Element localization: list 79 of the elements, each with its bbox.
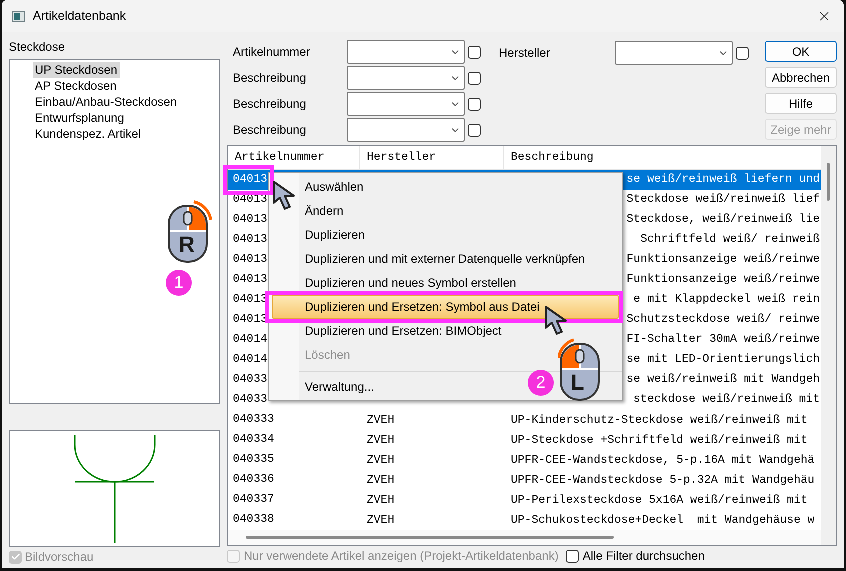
horizontal-scrollbar[interactable] — [228, 530, 821, 545]
tree-item[interactable]: Einbau/Anbau-Steckdosen — [33, 94, 180, 110]
table-row[interactable]: 040335 ZVEH UPFR-CEE-Wandsteckdose, 5-p.16A mit Wandgehä — [228, 450, 821, 470]
table-cell-text: 040336 — [233, 472, 274, 488]
scrollbar-thumb[interactable] — [827, 163, 830, 201]
table-cell-text: ZVEH — [367, 453, 395, 469]
menu-item[interactable]: Duplizieren und neues Symbol erstellen — [272, 271, 526, 295]
table-cell-text: 04013 — [233, 172, 268, 188]
column-header[interactable]: Hersteller — [360, 146, 504, 169]
combo-box[interactable] — [347, 118, 465, 142]
tree-item[interactable]: Entwurfsplanung — [33, 110, 126, 126]
table-cell-text: 040337 — [233, 492, 274, 508]
tree-item[interactable]: Kundenspez. Artikel — [33, 126, 144, 142]
dialog-button[interactable]: Hilfe — [765, 93, 837, 114]
table-cell-text: ZVEH — [367, 473, 395, 489]
table-cell-text: ZVEH — [367, 433, 395, 449]
vertical-scrollbar[interactable] — [821, 146, 836, 545]
table-cell-text: steckdose weiß/reinweiß mit — [634, 392, 820, 408]
table-cell-text: 040335 — [233, 452, 274, 468]
checkbox-label: Bildvorschau — [25, 549, 94, 566]
checkbox[interactable] — [566, 550, 579, 562]
menu-item[interactable]: Ändern — [272, 199, 353, 223]
category-label: Steckdose — [9, 40, 66, 54]
table-cell-text: UP-Steckdose +Schriftfeld weiß/reinweiß mit — [511, 433, 808, 449]
table-row[interactable]: 040336 ZVEH UPFR-CEE-Wandsteckdose 5-p.32A mit Wandgehäu — [228, 470, 821, 490]
menu-item[interactable]: Duplizieren und Ersetzen: Symbol aus Datei — [272, 295, 619, 319]
table-cell-text: UP-Perilexsteckdose 5x16A weiß/reinweiß mit — [511, 493, 808, 509]
table-cell-text: Steckdose, weiß/reinweiß lie — [626, 212, 820, 228]
checkbox[interactable] — [468, 98, 481, 110]
table-cell-text: se weiß/reinweiß liefern und — [626, 172, 820, 188]
table-cell-text: UPFR-CEE-Wandsteckdose 5-p.32A mit Wandgehäu — [511, 473, 815, 489]
filter-label: Beschreibung — [232, 122, 308, 139]
table-cell-text: UP-Schukosteckdose+Deckel mit Wandgehäuse w — [511, 513, 815, 529]
checkbox-label: Alle Filter durchsuchen — [582, 548, 705, 565]
table-cell-text: e mit Klappdeckel weiß rein — [634, 292, 820, 308]
checkbox[interactable] — [468, 46, 481, 58]
table-cell-text: Steckdose weiß/reinweiß lief — [626, 192, 820, 208]
table-cell-text: ZVEH — [367, 513, 395, 529]
combo-box[interactable] — [615, 41, 733, 65]
table-cell-text: 04033 — [233, 392, 268, 408]
filter-label: Artikelnummer — [232, 44, 312, 61]
table-cell-text: ZVEH — [367, 493, 395, 509]
table-cell-text: ZVEH — [367, 413, 395, 429]
window-title: Artikeldatenbank — [33, 8, 126, 25]
combo-box[interactable] — [347, 40, 465, 64]
window-icon — [12, 10, 25, 22]
checkbox[interactable] — [468, 124, 481, 136]
table-cell-text: 040334 — [233, 432, 274, 448]
table-cell-text: UPFR-CEE-Wandsteckdose, 5-p.16A mit Wandgehä — [511, 453, 815, 469]
checkbox[interactable] — [736, 46, 749, 60]
column-header[interactable]: Artikelnummer — [228, 146, 360, 169]
menu-item[interactable]: Duplizieren und Ersetzen: BIMObject — [272, 319, 511, 343]
menu-item[interactable]: Duplizieren — [272, 223, 374, 247]
button-letter: R — [179, 232, 195, 258]
table-cell-text: 04013 — [233, 212, 268, 228]
column-header[interactable]: Beschreibung — [504, 146, 821, 169]
dialog-button[interactable]: Abbrechen — [765, 67, 837, 88]
table-cell-text: Schutzsteckdose weiß/ reinwe — [626, 312, 820, 328]
table-cell-text: 040333 — [233, 412, 274, 428]
scrollbar-thumb[interactable] — [246, 536, 614, 539]
checkbox[interactable] — [468, 72, 481, 84]
dialog-button[interactable]: OK — [765, 41, 837, 62]
checkbox-label: Nur verwendete Artikel anzeigen (Projekt-Artikeldatenbank) — [244, 548, 559, 565]
table-row[interactable]: 040333 ZVEH UP-Kinderschutz-Steckdose weiß/reinweiß mit — [228, 410, 821, 430]
combo-box[interactable] — [347, 92, 465, 116]
filter-label: Beschreibung — [232, 96, 308, 113]
table-row[interactable]: 040334 ZVEH UP-Steckdose +Schriftfeld weiß/reinweiß mit — [228, 430, 821, 450]
table-cell-text: UP-Kinderschutz-Steckdose weiß/reinweiß mit — [511, 413, 808, 429]
menu-item[interactable]: Duplizieren und mit externer Datenquelle verknüpfen — [272, 247, 594, 271]
combo-box[interactable] — [347, 66, 465, 90]
table-row[interactable]: 040337 ZVEH UP-Perilexsteckdose 5x16A weiß/reinweiß mit — [228, 490, 821, 510]
menu-item[interactable]: Verwaltung... — [272, 375, 384, 399]
button-letter: L — [571, 370, 584, 396]
table-cell-text: 040338 — [233, 512, 274, 528]
filter-label: Beschreibung — [232, 70, 308, 87]
tree-item[interactable]: UP Steckdosen — [33, 62, 120, 78]
filter-label: Hersteller — [499, 45, 552, 62]
table-row[interactable]: 040338 ZVEH UP-Schukosteckdose+Deckel mit Wandgehäuse w — [228, 510, 821, 530]
tree-item[interactable]: AP Steckdosen — [33, 78, 119, 94]
